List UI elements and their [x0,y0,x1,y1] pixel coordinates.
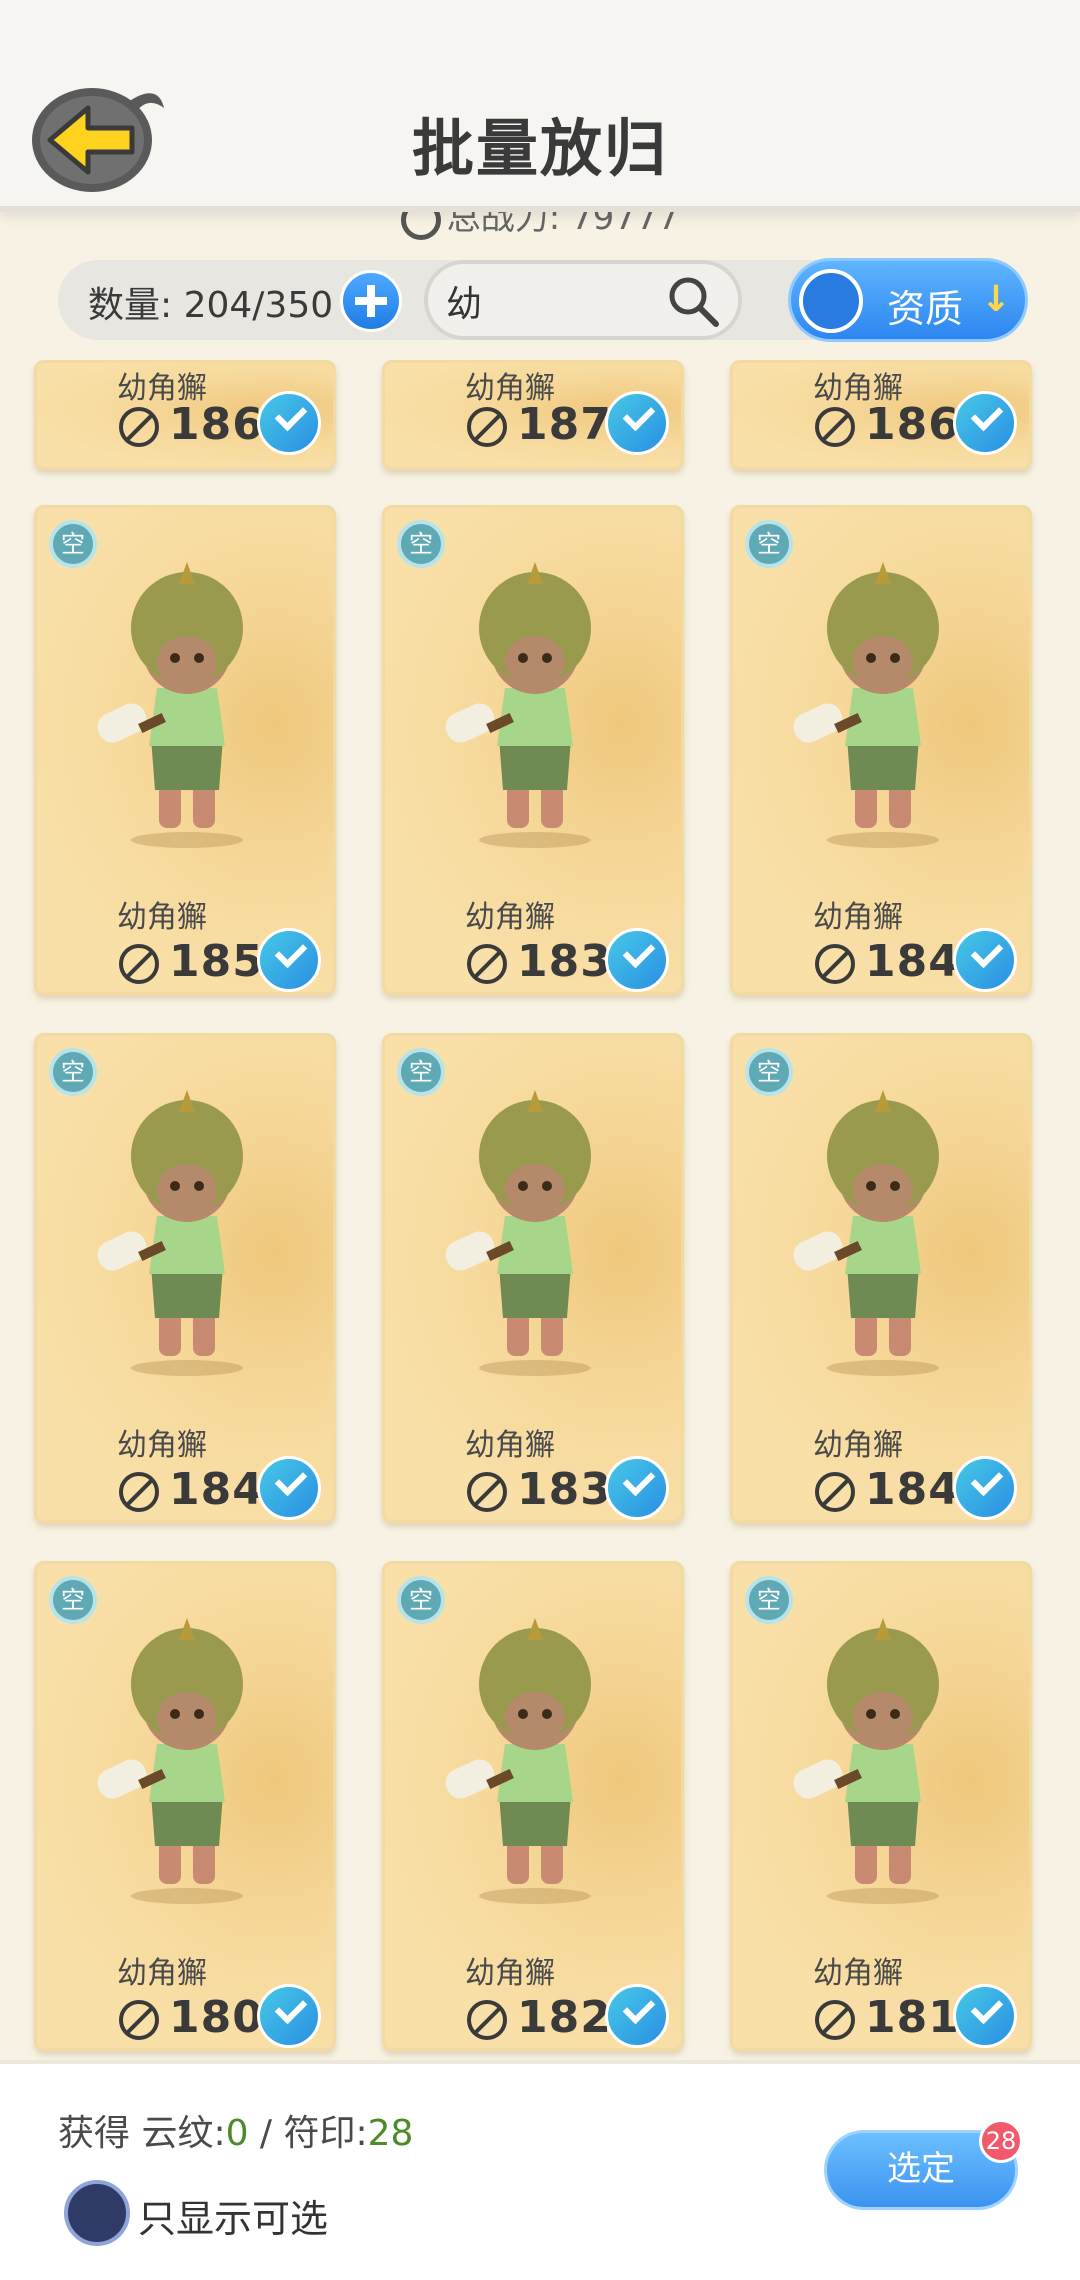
pet-figure-icon [97,562,243,848]
pet-power: 184 [865,1464,960,1515]
search-icon[interactable] [666,274,720,328]
pet-power: 186 [169,399,264,450]
pet-figure-icon [445,1618,591,1904]
pet-name: 幼角獬 [813,1956,903,1991]
selected-check-icon[interactable] [605,391,669,455]
pet-card[interactable]: 空 幼角獬 183 [382,505,684,995]
selected-check-icon[interactable] [605,1984,669,2048]
show-selectable-toggle[interactable] [64,2180,130,2246]
pet-power: 182 [517,1992,612,2043]
pet-power: 180 [169,1992,264,2043]
pet-grid: 幼角獬 186 幼角獬 187 幼角獬 186 空 幼角獬 185 空 幼角獬 … [0,360,1080,2060]
pet-figure-icon [445,562,591,848]
pet-name: 幼角獬 [813,900,903,935]
selected-check-icon[interactable] [953,1456,1017,1520]
pet-power: 183 [517,1464,612,1515]
count-label: 数量: 204/350 [88,285,334,326]
pet-figure-icon [793,1618,939,1904]
power-sword-icon [119,407,159,447]
selected-check-icon[interactable] [257,1984,321,2048]
pet-name: 幼角獬 [117,1428,207,1463]
quality-label: 资质 [887,287,964,331]
power-sword-icon [467,2000,507,2040]
pet-name: 幼角獬 [465,1956,555,1991]
footer: 获得 云纹:0 / 符印:28 只显示可选 选定 28 [0,2060,1080,2280]
pet-figure-icon [445,1090,591,1376]
selected-check-icon[interactable] [953,928,1017,992]
pet-name: 幼角獬 [465,900,555,935]
pet-name: 幼角獬 [813,1428,903,1463]
power-sword-icon [467,1472,507,1512]
pet-power: 186 [865,399,960,450]
confirm-select-label: 选定 [887,2149,955,2189]
power-sword-icon [815,2000,855,2040]
selected-check-icon[interactable] [605,1456,669,1520]
pet-power: 184 [865,936,960,987]
rewards-prefix: 获得 云纹: [58,2113,226,2154]
pet-card[interactable]: 幼角獬 187 [382,360,684,470]
pet-power: 181 [865,1992,960,2043]
pet-card[interactable]: 幼角獬 186 [34,360,336,470]
pet-figure-icon [793,562,939,848]
seal-value: 28 [367,2113,414,2154]
selected-check-icon[interactable] [605,928,669,992]
pet-card[interactable]: 空 幼角獬 184 [730,505,1032,995]
pet-card[interactable]: 空 幼角獬 185 [34,505,336,995]
pet-power: 185 [169,936,264,987]
pet-card[interactable]: 空 幼角獬 182 [382,1561,684,2051]
pet-card[interactable]: 空 幼角獬 180 [34,1561,336,2051]
pet-card[interactable]: 幼角獬 186 [730,360,1032,470]
power-sword-icon [119,2000,159,2040]
add-capacity-button[interactable] [340,270,402,332]
pet-figure-icon [97,1090,243,1376]
selected-check-icon[interactable] [257,1456,321,1520]
search-box [424,260,742,340]
pet-figure-icon [793,1090,939,1376]
selected-check-icon[interactable] [257,928,321,992]
power-sword-icon [119,944,159,984]
show-selectable-label: 只显示可选 [138,2197,329,2241]
pet-name: 幼角獬 [465,1428,555,1463]
pet-card[interactable]: 空 幼角獬 184 [730,1033,1032,1523]
power-sword-icon [815,1472,855,1512]
sort-down-icon: ↓ [980,279,1011,320]
page-title: 批量放归 [411,112,668,185]
power-sword-icon [467,407,507,447]
confirm-select-button[interactable]: 选定 28 [824,2119,1023,2210]
pet-power: 184 [169,1464,264,1515]
pet-figure-icon [97,1618,243,1904]
power-sword-icon [119,1472,159,1512]
cloud-value: 0 [225,2113,249,2154]
selected-check-icon[interactable] [257,391,321,455]
search-input[interactable] [446,278,666,324]
power-sword-icon [815,407,855,447]
power-sword-icon [467,944,507,984]
quality-sort-button[interactable]: 资质 ↓ [788,258,1028,342]
power-sword-icon [815,944,855,984]
toolbar: 数量: 204/350 资质 ↓ [58,258,1028,342]
pet-power: 183 [517,936,612,987]
pet-card[interactable]: 空 幼角獬 184 [34,1033,336,1523]
pet-name: 幼角獬 [117,900,207,935]
selected-check-icon[interactable] [953,391,1017,455]
pet-power: 187 [517,399,612,450]
rewards-text: 获得 云纹:0 / 符印:28 [58,2104,413,2156]
selected-count-badge: 28 [979,2119,1023,2163]
pet-card[interactable]: 空 幼角獬 181 [730,1561,1032,2051]
plus-icon [355,285,387,317]
quality-icon [799,269,863,333]
header: 批量放归 [0,0,1080,212]
rewards-sep: / 符印: [248,2113,368,2154]
selected-check-icon[interactable] [953,1984,1017,2048]
pet-name: 幼角獬 [117,1956,207,1991]
pet-card[interactable]: 空 幼角獬 183 [382,1033,684,1523]
